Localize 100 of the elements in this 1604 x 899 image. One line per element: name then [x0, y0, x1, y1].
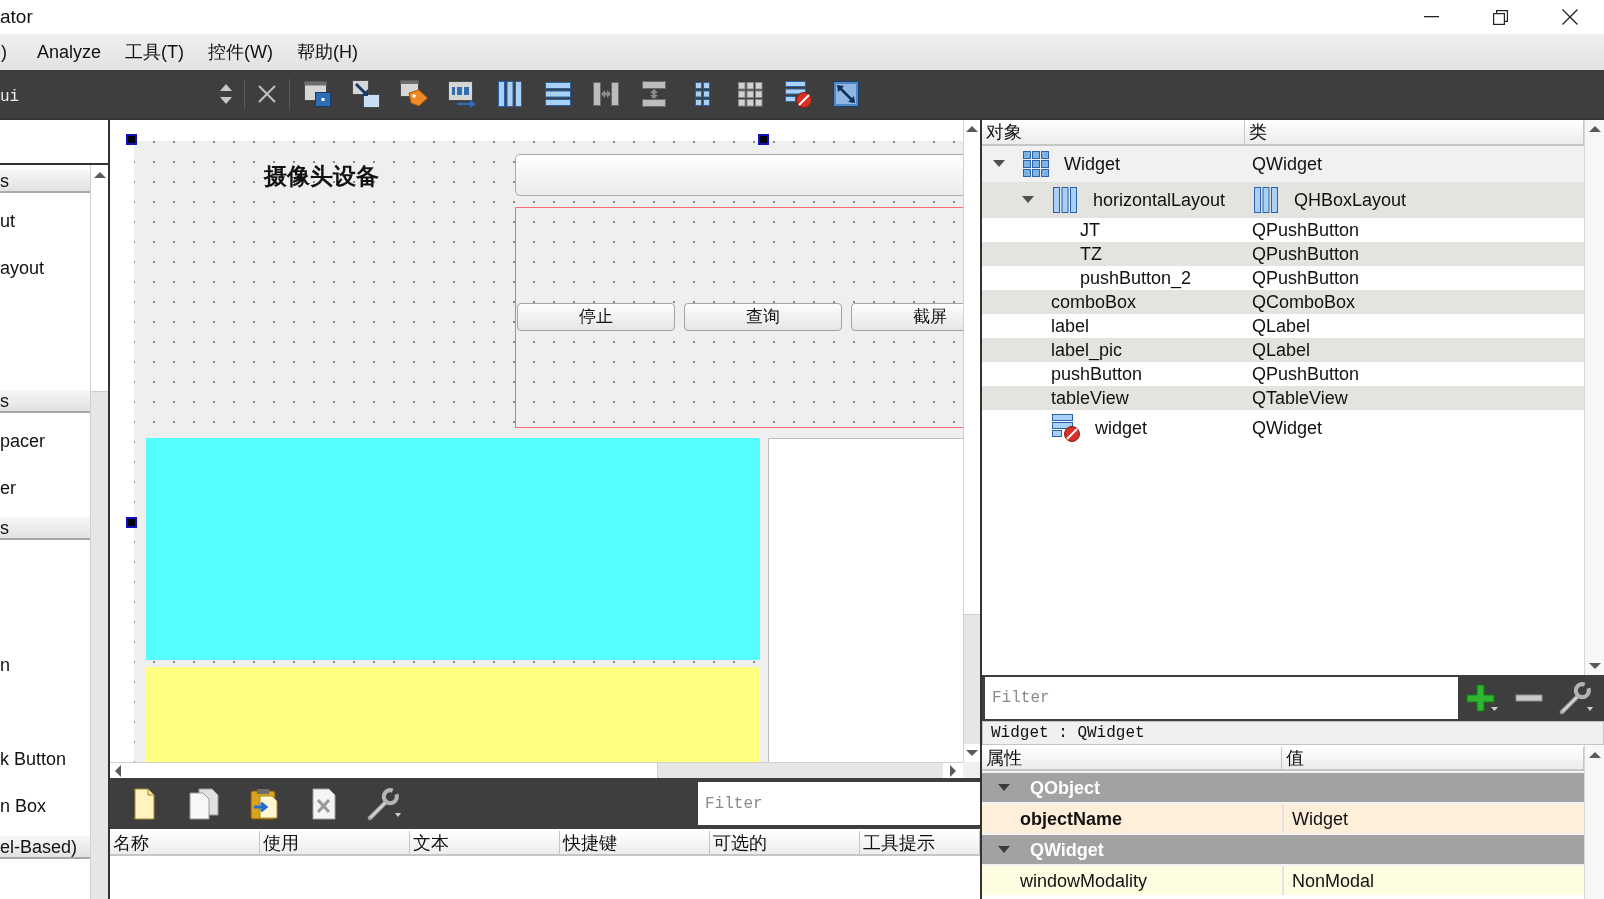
window-square-icon[interactable]: [303, 79, 333, 109]
column-header[interactable]: 使用: [260, 831, 410, 856]
resize-handle[interactable]: [758, 134, 769, 145]
property-name: objectName: [1020, 807, 1123, 830]
group-name: QWidget: [1030, 838, 1104, 861]
category-header[interactable]: s: [0, 517, 90, 540]
property-row[interactable]: objectName Widget: [982, 802, 1584, 833]
tree-row[interactable]: Widget QWidget: [982, 146, 1584, 182]
column-header[interactable]: 类: [1245, 120, 1584, 146]
filter-field[interactable]: [0, 120, 108, 163]
vertical-bars-icon[interactable]: [495, 79, 525, 109]
close-icon[interactable]: [1561, 9, 1578, 25]
object-name: comboBox: [1051, 291, 1137, 313]
tree-row[interactable]: comboBox QComboBox: [982, 290, 1584, 314]
class-name: QComboBox: [1252, 291, 1356, 313]
push-button[interactable]: 停止: [517, 303, 675, 331]
column-header[interactable]: 文本: [410, 831, 560, 856]
column-header[interactable]: 对象: [982, 120, 1245, 146]
widget-box-item[interactable]: k Button: [0, 747, 67, 770]
menu-item[interactable]: 控件(W): [196, 40, 285, 64]
column-header[interactable]: 名称: [110, 831, 260, 856]
widget-box-item[interactable]: n Box: [0, 794, 47, 817]
object-name: pushButton_2: [1080, 267, 1192, 289]
form-label[interactable]: 摄像头设备: [264, 161, 379, 191]
caret-icon[interactable]: [1022, 196, 1034, 204]
tree-row[interactable]: label_pic QLabel: [982, 338, 1584, 362]
windows-arrow-icon[interactable]: [351, 79, 381, 109]
wrench-icon[interactable]: [1557, 681, 1594, 715]
class-name: QPushButton: [1252, 363, 1360, 385]
minus-icon[interactable]: [1514, 693, 1543, 703]
resize-handle[interactable]: [126, 134, 137, 145]
scrollbar[interactable]: [90, 165, 108, 899]
column-header[interactable]: 工具提示: [860, 831, 980, 856]
scrollbar[interactable]: [1584, 745, 1604, 899]
widget-box-item[interactable]: n: [0, 653, 10, 676]
vertical-bars-icon: [1252, 186, 1280, 214]
restore-icon[interactable]: [1493, 9, 1508, 25]
scrollbar-thumb[interactable]: [964, 138, 980, 615]
category-header[interactable]: s: [0, 390, 90, 413]
cross-icon[interactable]: [257, 84, 277, 104]
menu-item[interactable]: ): [0, 40, 25, 64]
tree-row[interactable]: horizontalLayout QHBoxLayout: [982, 182, 1584, 218]
plus-icon[interactable]: [1464, 683, 1499, 713]
object-name: horizontalLayout: [1093, 189, 1226, 211]
menu-item[interactable]: 工具(T): [113, 40, 197, 64]
push-button[interactable]: 截屏: [851, 303, 963, 331]
tree-row[interactable]: TZ QPushButton: [982, 242, 1584, 266]
up-down-arrows-icon[interactable]: [219, 82, 233, 106]
grid-icon[interactable]: [735, 79, 765, 109]
column-header[interactable]: 快捷键: [560, 831, 710, 856]
scrollbar-thumb[interactable]: [91, 185, 108, 392]
object-name: widget: [1095, 417, 1148, 439]
category-header[interactable]: el-Based): [0, 836, 90, 859]
class-name: QHBoxLayout: [1294, 189, 1407, 211]
horizontal-bars-icon[interactable]: [543, 79, 573, 109]
push-button[interactable]: 查询: [684, 303, 842, 331]
wrench-icon[interactable]: [366, 786, 402, 821]
form-canvas[interactable]: 摄像头设备 停止 查询 截屏: [134, 141, 963, 762]
clipboard-icon[interactable]: [248, 786, 280, 821]
widget-box-item[interactable]: ayout: [0, 256, 45, 279]
grid-icon: [1022, 150, 1050, 178]
caret-icon[interactable]: [998, 845, 1010, 854]
menu-item[interactable]: 帮助(H): [285, 40, 370, 64]
property-name: windowModality: [1020, 869, 1148, 892]
minimize-icon[interactable]: [1424, 16, 1439, 18]
class-name: QWidget: [1252, 417, 1323, 439]
property-row[interactable]: windowModality NonModal: [982, 864, 1584, 895]
class-name: QPushButton: [1252, 243, 1360, 265]
vertical-split-icon[interactable]: [639, 79, 669, 109]
property-value[interactable]: NonModal: [1292, 869, 1375, 892]
window-tag-icon[interactable]: [399, 79, 429, 109]
scrollbar[interactable]: [1584, 120, 1604, 675]
object-name: pushButton: [1051, 363, 1143, 385]
column-header[interactable]: 值: [1282, 747, 1584, 771]
horizontal-split-icon[interactable]: [591, 79, 621, 109]
class-name: QWidget: [1252, 153, 1323, 175]
scrollbar[interactable]: [110, 762, 963, 778]
scrollbar[interactable]: [963, 120, 980, 762]
window-arrow-icon[interactable]: [447, 79, 477, 109]
tree-row[interactable]: tableView QTableView: [982, 386, 1584, 410]
object-name: TZ: [1080, 243, 1102, 265]
category-header[interactable]: s: [0, 170, 90, 193]
menu-item[interactable]: Analyze: [25, 40, 114, 64]
scrollbar-thumb[interactable]: [126, 763, 658, 778]
vertical-bars-icon: [1051, 186, 1079, 214]
widget-box-item[interactable]: ut: [0, 209, 15, 232]
layout-frame[interactable]: 停止 查询 截屏: [515, 207, 963, 428]
pages-icon[interactable]: [187, 786, 221, 821]
resize-handle[interactable]: [126, 517, 137, 528]
caret-icon[interactable]: [998, 783, 1010, 792]
column-header[interactable]: 属性: [982, 747, 1282, 771]
object-name: label: [1051, 315, 1090, 337]
widget-box-item[interactable]: er: [0, 476, 16, 499]
scrollbar-corner: [963, 762, 980, 778]
column-header[interactable]: 可选的: [710, 831, 860, 856]
class-name: QTableView: [1252, 387, 1348, 409]
bars-prohibited-icon[interactable]: [783, 79, 813, 109]
caret-icon[interactable]: [993, 160, 1005, 168]
widget-box-item[interactable]: pacer: [0, 429, 46, 452]
property-value[interactable]: Widget: [1292, 807, 1349, 830]
